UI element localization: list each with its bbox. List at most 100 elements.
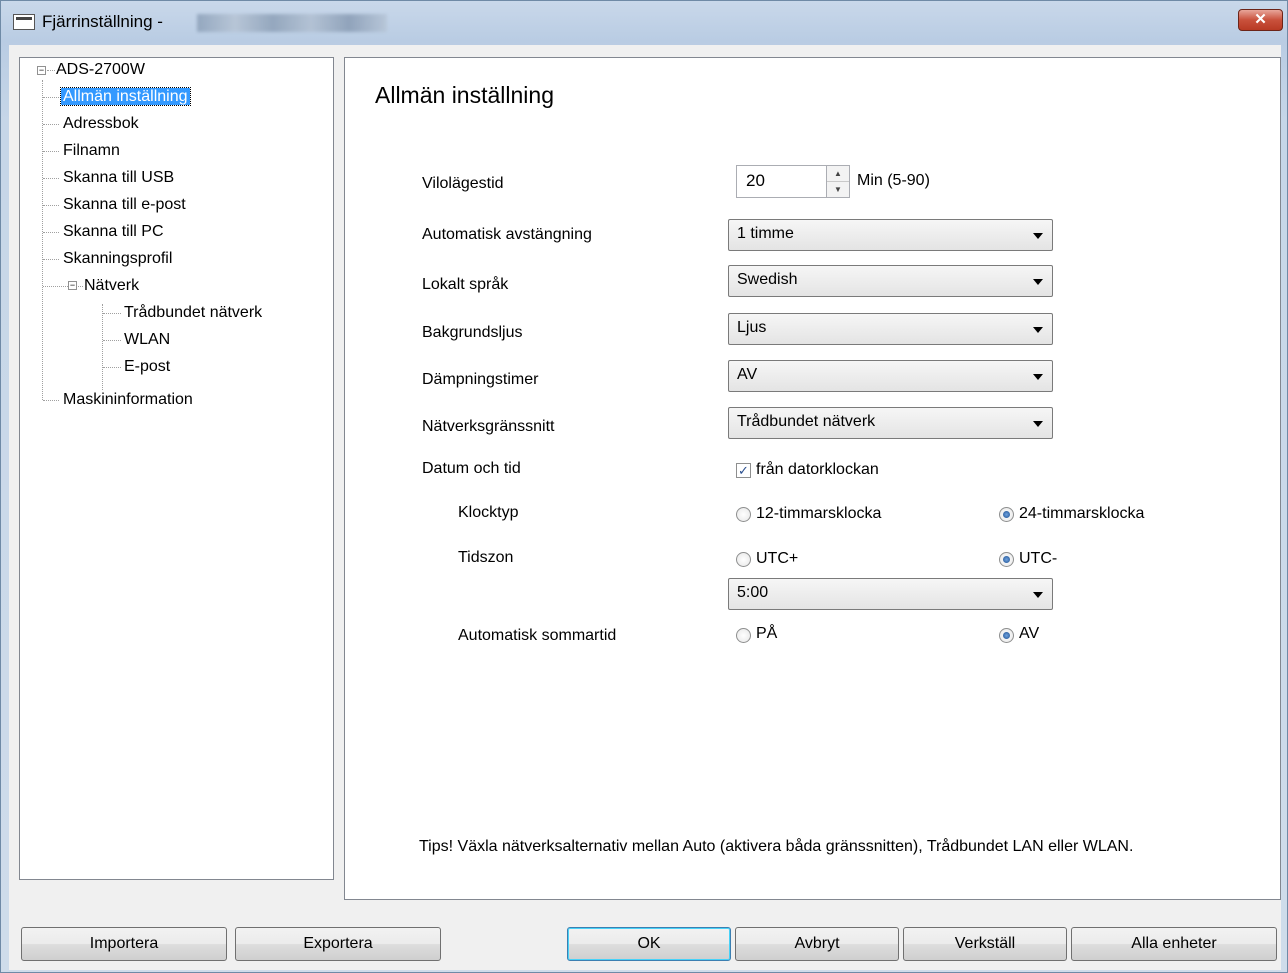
tree-item-network[interactable]: Nätverk [82,275,141,297]
auto-power-off-dropdown[interactable]: 1 timme [728,219,1053,251]
collapse-icon[interactable]: − [37,66,46,75]
dropdown-value: Swedish [737,271,798,288]
tree-item-general-setup[interactable]: Allmän inställning [60,86,191,108]
tree-item-email[interactable]: E-post [122,356,172,378]
chevron-down-icon [1033,421,1043,427]
dialog-client-area: − ADS-2700W Allmän inställning Adressbok… [9,45,1281,970]
tree-item-label: Skanna till USB [63,169,175,186]
tree-connector [43,124,59,125]
network-interface-label: Nätverksgränssnitt [422,418,555,435]
import-button[interactable]: Importera [21,927,227,961]
time-zone-label: Tidszon [458,549,514,566]
tree-item-machine-info[interactable]: Maskininformation [61,389,195,411]
tree-item-label: Adressbok [63,115,139,132]
close-button[interactable]: ✕ [1238,9,1283,31]
tree-item-scan-to-usb[interactable]: Skanna till USB [61,167,176,189]
tree-connector [43,400,59,401]
tree-item-label: Allmän inställning [60,87,191,106]
chevron-down-icon [1033,327,1043,333]
dropdown-value: 5:00 [737,584,769,601]
tree-connector [43,151,59,152]
local-language-label: Lokalt språk [422,276,509,293]
auto-dst-label: Automatisk sommartid [458,627,617,644]
utc-plus-label: UTC+ [756,550,799,567]
settings-tree: − ADS-2700W Allmän inställning Adressbok… [19,57,334,880]
tree-item-label: WLAN [124,331,171,348]
sleep-time-input[interactable]: 20 [736,165,832,198]
spin-down-icon[interactable]: ▼ [827,182,849,197]
dst-off-radio[interactable] [999,628,1014,643]
dropdown-value: Ljus [737,319,767,336]
tree-item-wlan[interactable]: WLAN [122,329,172,351]
tree-item-scan-to-pc[interactable]: Skanna till PC [61,221,166,243]
tree-item-label: Skanna till e-post [63,196,186,213]
collapse-icon[interactable]: − [68,281,77,290]
dim-timer-dropdown[interactable]: AV [728,360,1053,392]
clock-24h-label: 24-timmarsklocka [1019,505,1145,522]
utc-minus-label: UTC- [1019,550,1058,567]
tree-connector [42,80,43,400]
tree-item-address-book[interactable]: Adressbok [61,113,141,135]
tree-item-label: Trådbundet nätverk [124,304,263,321]
sleep-time-spinner[interactable]: ▲ ▼ [826,165,850,198]
remote-setup-window: Fjärrinställning - ✕ − ADS-2700W Allmän … [0,0,1288,973]
tree-item-wired-network[interactable]: Trådbundet nätverk [122,302,264,324]
tree-connector [43,232,59,233]
chevron-down-icon [1033,592,1043,598]
pc-clock-checkbox[interactable]: ✓ [736,463,751,478]
dst-on-label: PÅ [756,625,778,642]
network-interface-dropdown[interactable]: Trådbundet nätverk [728,407,1053,439]
tree-item-label: E-post [124,358,171,375]
clock-type-label: Klocktyp [458,504,519,521]
clock-12h-label: 12-timmarsklocka [756,505,882,522]
sleep-time-label: Vilolägestid [422,175,504,192]
tree-item-label: Nätverk [84,277,140,294]
tree-connector [43,259,59,260]
dim-timer-label: Dämpningstimer [422,371,539,388]
apply-button[interactable]: Verkställ [903,927,1067,961]
time-zone-dropdown[interactable]: 5:00 [728,578,1053,610]
clock-24h-radio[interactable] [999,507,1014,522]
settings-panel: Allmän inställning Vilolägestid 20 ▲ ▼ M… [344,57,1281,900]
dropdown-value: Trådbundet nätverk [737,413,876,430]
export-button[interactable]: Exportera [235,927,441,961]
backlight-dropdown[interactable]: Ljus [728,313,1053,345]
redacted-title-text [197,14,387,32]
tree-item-scan-to-email[interactable]: Skanna till e-post [61,194,188,216]
tree-connector [43,205,59,206]
cancel-button[interactable]: Avbryt [735,927,899,961]
tree-item-filename[interactable]: Filnamn [61,140,122,162]
spin-up-icon[interactable]: ▲ [827,166,849,182]
tree-item-label: Maskininformation [63,391,193,408]
tree-connector [103,367,121,368]
tree-connector [43,286,68,287]
ok-button[interactable]: OK [567,927,731,961]
tree-connector [103,313,121,314]
tree-connector [102,304,103,390]
utc-plus-radio[interactable] [736,552,751,567]
date-time-label: Datum och tid [422,460,521,477]
chevron-down-icon [1033,233,1043,239]
tree-item-label: Skanna till PC [63,223,164,240]
dst-off-label: AV [1019,625,1040,642]
page-title: Allmän inställning [375,82,554,108]
dropdown-value: AV [737,366,758,383]
tree-item-label: ADS-2700W [56,61,145,78]
clock-12h-radio[interactable] [736,507,751,522]
tree-connector [103,340,121,341]
pc-clock-checkbox-label: från datorklockan [756,461,879,478]
tree-connector [43,178,59,179]
local-language-dropdown[interactable]: Swedish [728,265,1053,297]
tree-item-scan-profile[interactable]: Skanningsprofil [61,248,174,270]
tree-item-label: Filnamn [63,142,120,159]
dropdown-value: 1 timme [737,225,794,242]
all-devices-button[interactable]: Alla enheter [1071,927,1277,961]
tree-root-device[interactable]: ADS-2700W [54,59,147,81]
chevron-down-icon [1033,279,1043,285]
chevron-down-icon [1033,374,1043,380]
backlight-label: Bakgrundsljus [422,324,523,341]
auto-power-off-label: Automatisk avstängning [422,226,592,243]
dst-on-radio[interactable] [736,628,751,643]
app-icon [13,14,35,30]
utc-minus-radio[interactable] [999,552,1014,567]
